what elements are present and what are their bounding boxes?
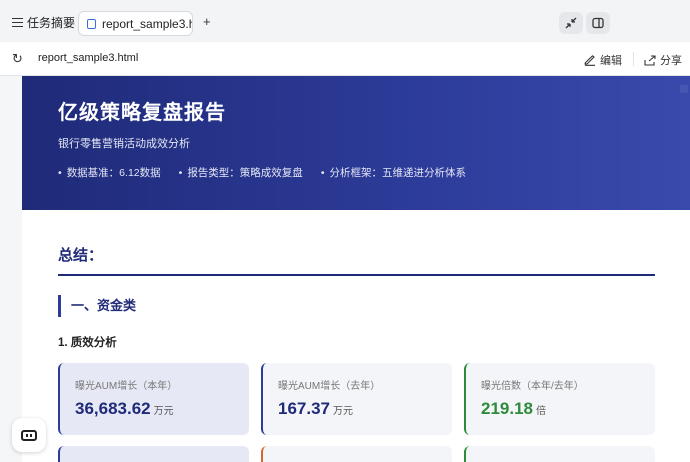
report-title: 亿级策略复盘报告: [58, 102, 226, 124]
metric-value: 36,683.62: [75, 399, 151, 418]
metric-value: 219.18: [481, 399, 533, 418]
metric-label: 曝光倍数（本年/去年）: [481, 381, 584, 392]
summary-divider: [58, 274, 655, 276]
chat-icon: [21, 429, 37, 441]
report-subtitle: 银行零售营销活动成效分析: [58, 138, 190, 150]
share-label: 分享: [660, 55, 682, 67]
metric-value-wrap: 219.18 倍: [481, 399, 546, 419]
share-icon: [644, 54, 656, 66]
summary-heading: 总结：: [58, 247, 104, 264]
share-button[interactable]: 分享: [644, 52, 682, 68]
metric-card-partial: [58, 446, 249, 462]
sidebar-toggle-icon[interactable]: [586, 12, 610, 34]
report-meta: 数据基准：6.12数据 报告类型：策略成效复盘 分析框架：五维递进分析体系: [58, 165, 466, 180]
metric-card-exposure-multiple: 曝光倍数（本年/去年） 219.18 倍: [464, 363, 655, 435]
metric-value-wrap: 36,683.62 万元: [75, 399, 174, 419]
collapse-icon[interactable]: [559, 12, 583, 34]
browser-tab-bar: 任务摘要 report_sample3.ht... +: [0, 0, 690, 42]
subsection-heading: 1. 质效分析: [58, 337, 117, 349]
task-summary-label: 任务摘要: [27, 16, 76, 30]
metric-unit: 万元: [153, 406, 174, 417]
report-page: 亿级策略复盘报告 银行零售营销活动成效分析 数据基准：6.12数据 报告类型：策…: [22, 76, 690, 462]
metric-value-wrap: 167.37 万元: [278, 399, 353, 419]
metric-card-aum-last-year: 曝光AUM增长（去年） 167.37 万元: [261, 363, 452, 435]
new-tab-button[interactable]: +: [203, 14, 211, 29]
tab-report[interactable]: report_sample3.ht...: [78, 11, 193, 36]
metric-value: 167.37: [278, 399, 330, 418]
metric-card-partial: [464, 446, 655, 462]
section-heading: 一、资金类: [58, 295, 136, 317]
tab-title: report_sample3.ht...: [102, 16, 192, 31]
metric-unit: 倍: [536, 406, 546, 417]
document-icon: [87, 18, 96, 29]
metric-label: 曝光AUM增长（本年）: [75, 381, 178, 392]
edit-button[interactable]: 编辑: [584, 52, 622, 68]
edit-label: 编辑: [600, 55, 622, 67]
url-text[interactable]: report_sample3.html: [38, 52, 138, 64]
metric-card-aum-this-year: 曝光AUM增长（本年） 36,683.62 万元: [58, 363, 249, 435]
corner-decoration: [680, 85, 688, 93]
list-icon: [12, 17, 23, 28]
metric-card-partial: [261, 446, 452, 462]
report-header: 亿级策略复盘报告 银行零售营销活动成效分析 数据基准：6.12数据 报告类型：策…: [22, 76, 690, 210]
metric-label: 曝光AUM增长（去年）: [278, 381, 381, 392]
metric-unit: 万元: [333, 406, 353, 417]
chat-assistant-button[interactable]: [12, 418, 46, 452]
pencil-icon: [584, 54, 595, 66]
address-bar: ↻ report_sample3.html 编辑 分享: [0, 42, 690, 76]
reload-icon[interactable]: ↻: [12, 51, 23, 67]
task-summary-button[interactable]: 任务摘要: [12, 14, 75, 31]
meta-report-type: 报告类型：策略成效复盘: [179, 165, 303, 180]
meta-framework: 分析框架：五维递进分析体系: [321, 165, 467, 180]
divider: [633, 52, 634, 66]
meta-data-basis: 数据基准：6.12数据: [58, 165, 161, 180]
